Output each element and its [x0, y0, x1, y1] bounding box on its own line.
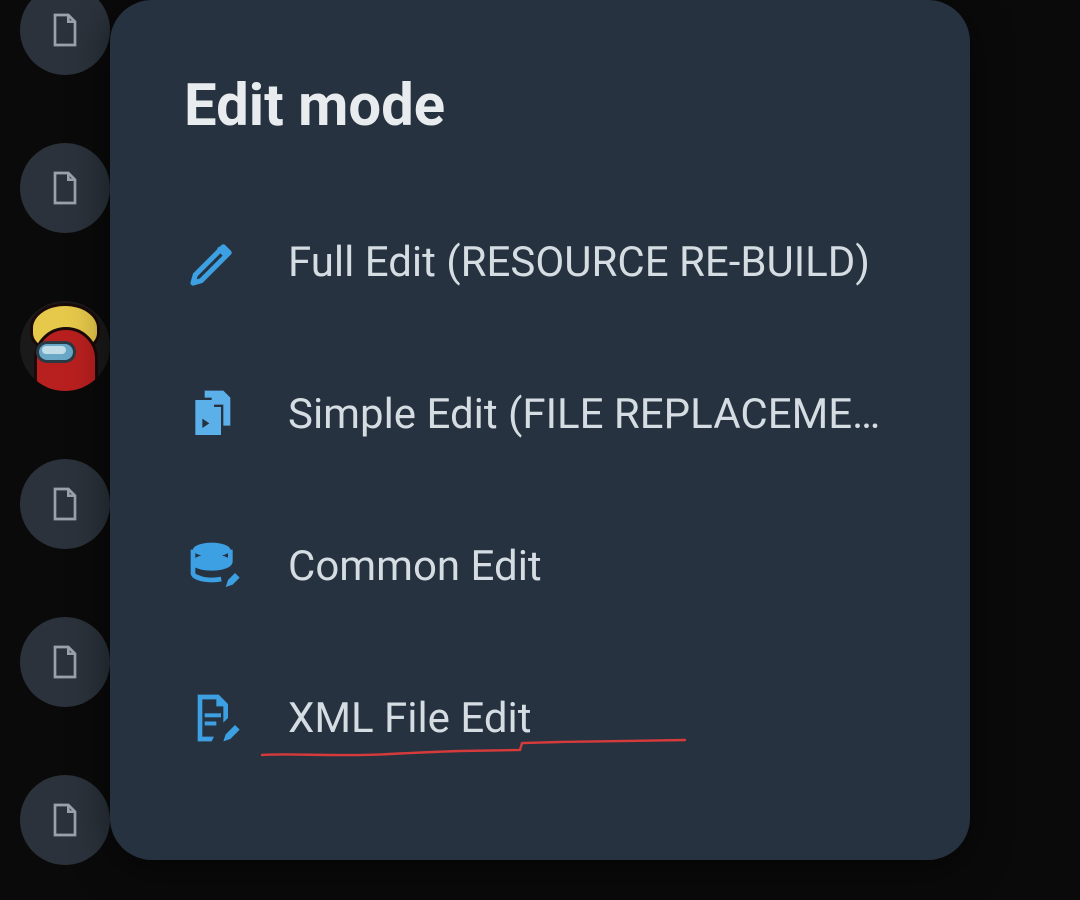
background-item-list [20, 0, 110, 865]
file-icon [45, 168, 85, 208]
menu-item-label: Full Edit (RESOURCE RE-BUILD) [288, 238, 870, 287]
file-icon [45, 10, 85, 50]
file-icon [45, 484, 85, 524]
edit-mode-menu-list: Full Edit (RESOURCE RE-BUILD) Simple Edi… [184, 232, 910, 748]
menu-item-common-edit[interactable]: Common Edit [184, 536, 910, 596]
dialog-title: Edit mode [184, 72, 910, 140]
bg-avatar-item [20, 301, 110, 391]
file-edit-icon [184, 688, 244, 748]
menu-item-simple-edit[interactable]: Simple Edit (FILE REPLACEME… [184, 384, 910, 444]
menu-item-full-edit[interactable]: Full Edit (RESOURCE RE-BUILD) [184, 232, 910, 292]
bg-file-item [20, 775, 110, 865]
edit-mode-dialog: Edit mode Full Edit (RESOURCE RE-BUILD) … [110, 0, 970, 860]
bg-file-item [20, 143, 110, 233]
bg-file-item [20, 617, 110, 707]
file-icon [45, 642, 85, 682]
menu-item-xml-edit[interactable]: XML File Edit [184, 688, 910, 748]
crewmate-avatar-icon [20, 301, 110, 391]
bg-file-item [20, 459, 110, 549]
menu-item-label: Simple Edit (FILE REPLACEME… [288, 390, 880, 439]
database-edit-icon [184, 536, 244, 596]
bg-file-item [20, 0, 110, 75]
file-copy-icon [184, 384, 244, 444]
menu-item-label: XML File Edit [288, 694, 532, 743]
file-icon [45, 800, 85, 840]
pencil-icon [184, 232, 244, 292]
menu-item-label: Common Edit [288, 542, 542, 591]
